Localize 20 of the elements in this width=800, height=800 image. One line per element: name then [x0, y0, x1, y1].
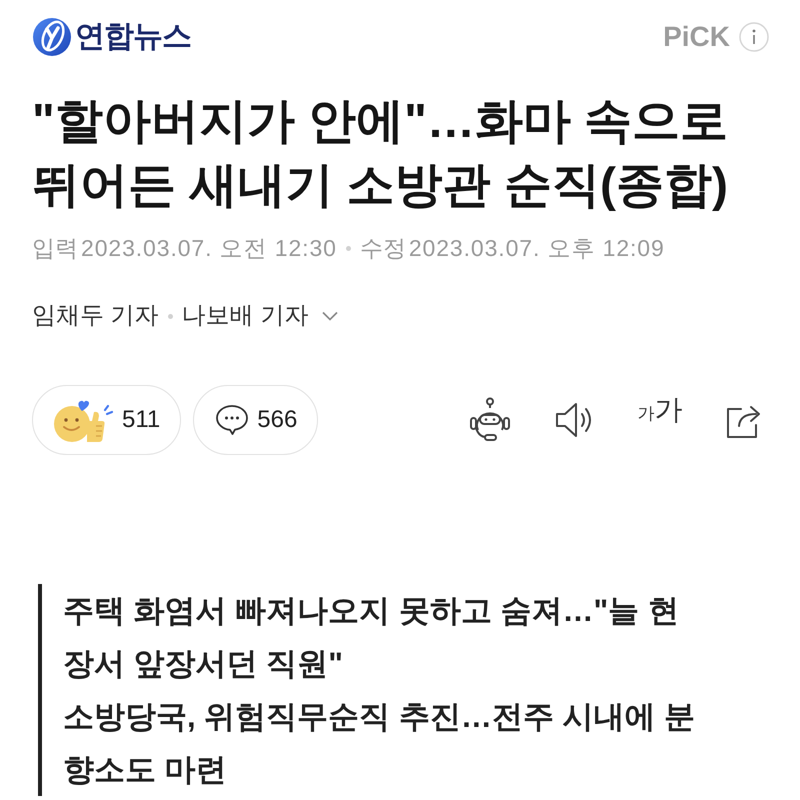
font-size-button[interactable]: 가가	[636, 396, 684, 444]
subheading-text: 소방당국, 위험직무순직 추진…전주 시내에 분향소도 마련	[63, 698, 696, 789]
timestamp-text: 2023.03.07. 오후 12:09	[408, 234, 665, 263]
chevron-down-icon[interactable]	[322, 311, 338, 321]
reporter-link[interactable]: 임채두 기자	[32, 301, 159, 331]
timestamp-label: 수정	[360, 234, 406, 263]
logo-icon[interactable]	[32, 17, 72, 57]
pick-label: PiCK	[663, 23, 730, 51]
separator-dot-icon	[168, 314, 173, 318]
robot-icon[interactable]	[467, 397, 513, 443]
timestamp-text: 2023.03.07. 오전 12:30	[81, 234, 337, 263]
logo-text[interactable]: 연합뉴스	[75, 22, 191, 52]
separator-dot-icon	[346, 246, 351, 250]
reaction-button[interactable]: 511	[32, 385, 182, 455]
subheading-text: 주택 화염서 빠져나오지 못하고 숨져…"늘 현장서 앞장서던 직원"	[63, 592, 680, 683]
article-title: "할아버지가 안에"…화마 속으로 뛰어든 새내기 소방관 순직(종합)	[32, 94, 730, 214]
timestamp-label: 입력	[32, 234, 78, 263]
reporter-link[interactable]: 나보배 기자	[182, 301, 308, 331]
comment-button[interactable]: 566	[193, 385, 318, 455]
speech-bubble-icon	[215, 404, 250, 436]
